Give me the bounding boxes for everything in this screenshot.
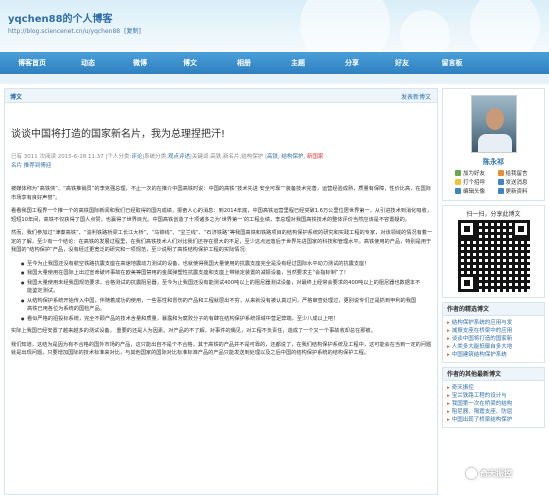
other-posts-list: 奇天振控 宝兰铁路工程的设计与 我国第一次在桥梁的结构 阻尼器、隔震支座、防屈 … [443, 381, 544, 427]
update-profile-button[interactable]: 更新资料 [497, 187, 539, 195]
blog-url: http://blog.sciencenet.cn/u/yqchen88 [复制] [8, 26, 141, 35]
bullet-item: 从结构保护系统开始传入中国，伴随着成功的使用，一些恶性和冒伤的产品和工程就层出不… [21, 297, 421, 314]
featured-posts: 作者的精选博文 结构保护系统的应用与发 减振支座在桥梁中的应用 谈谈中国将打造的… [442, 302, 545, 363]
message-icon [497, 170, 504, 176]
main-nav: 博客首页 动态 微博 博文 相册 主题 分享 好友 留言板 [0, 52, 549, 74]
author-card: 陈永祁 加为好友 给我留言 打个招呼 发送消息 编辑头像 更新资料 [442, 88, 545, 201]
meta-keywords: |关键词:高铁,新名片,结构保护 | [190, 154, 267, 160]
nav-album[interactable]: 相册 [222, 52, 266, 74]
avatar-face [485, 108, 504, 130]
featured-posts-heading: 作者的精选博文 [443, 303, 544, 316]
edit-avatar-label: 编辑头像 [463, 189, 486, 195]
greet-label: 打个招呼 [463, 180, 486, 186]
post-panel: 博文 发表新博文 谈谈中国将打造的国家新名片，我为总理捏把汗! 已有 3011 … [4, 88, 438, 495]
other-posts: 作者的其他最新博文 奇天振控 宝兰铁路工程的设计与 我国第一次在桥梁的结构 阻尼… [442, 367, 545, 428]
nav-underbar [0, 74, 549, 84]
meta-system-link[interactable]: 观点评述 [168, 154, 190, 160]
add-friend-icon [455, 170, 461, 176]
blog-title[interactable]: yqchen88的个人博客 [8, 10, 113, 25]
send-message-button[interactable]: 发送消息 [497, 178, 539, 186]
meta-category-link[interactable]: 评论 [131, 154, 142, 160]
list-item[interactable]: 我国第一次在桥梁的结构 [447, 400, 540, 408]
list-item[interactable]: 中国出现了桥梁结构保护 [447, 416, 540, 424]
greet-button[interactable]: 打个招呼 [455, 178, 496, 186]
list-item[interactable]: 宝兰铁路工程的设计与 [447, 392, 540, 400]
recommend-link[interactable]: 推荐到博迎 [24, 163, 52, 169]
bullet-item: 看似严格的招投标系统，完全不顾产品的技术含量和质量，暴露和为腐败分子的有肆在结构… [21, 315, 421, 324]
bullet-item: 至今为止我国还没有航空铁路抗震支座在高速地震动力测试的设备，也就使得我国大量使用… [21, 260, 421, 269]
post-title: 谈谈中国将打造的国家新名片，我为总理捏把汗! [11, 129, 226, 140]
photo-icon [455, 188, 461, 194]
meta-read-info: 已有 3011 次阅读 2015-6-28 11:37 |个人分类: [11, 154, 132, 160]
qr-finder [457, 220, 476, 238]
post-meta: 已有 3011 次阅读 2015-6-28 11:37 |个人分类:评论|系统分… [11, 153, 435, 171]
paragraph: 我们知道，这结为是因为有不合格的国外市场的产品，这只能出自不是个不合格，其于高铁… [11, 341, 432, 357]
blog-header: yqchen88的个人博客 http://blog.sciencenet.cn/… [0, 0, 549, 52]
blog-url-text: http://blog.sciencenet.cn/u/yqchen88 [8, 28, 121, 35]
new-post-link[interactable]: 发表新博文 [401, 92, 431, 101]
nav-home[interactable]: 博客首页 [10, 52, 54, 74]
nav-weibo[interactable]: 微博 [118, 52, 162, 74]
profile-icon [497, 188, 504, 194]
list-item[interactable]: 奇天振控 [447, 384, 540, 392]
leave-message-button[interactable]: 给我留言 [497, 169, 539, 177]
qr-finder [511, 220, 530, 238]
header-decoration [400, 10, 450, 52]
meta-system-label: |系统分类: [142, 154, 168, 160]
nav-posts[interactable]: 博文 [168, 52, 212, 74]
author-actions: 加为好友 给我留言 打个招呼 发送消息 编辑头像 更新资料 [443, 169, 544, 200]
copy-link[interactable]: [复制] [124, 28, 141, 35]
update-profile-label: 更新资料 [505, 189, 528, 195]
bullet-item: 我国大量使用未经我国规范要求，合格测试的抗震阻尼器，至今为止我国还没有能测试40… [21, 279, 421, 296]
other-posts-heading: 作者的其他最新博文 [443, 368, 544, 381]
avatar-body [477, 134, 512, 152]
scan-label: 扫一扫，分享此博文 [466, 211, 521, 218]
meta-tags[interactable]: 高铁, 结构保护, [267, 154, 305, 160]
add-friend-button[interactable]: 加为好友 [455, 169, 496, 177]
header-decoration [470, 0, 540, 52]
edit-avatar-button[interactable]: 编辑头像 [455, 187, 496, 195]
list-item[interactable]: 结构保护系统的应用与发 [447, 319, 540, 327]
sidebar: 陈永祁 加为好友 给我留言 打个招呼 发送消息 编辑头像 更新资料 扫一扫，分享… [442, 88, 545, 432]
paragraph: 然而，我们参加过“津秦高铁”、“渝利铁路桥梁工长江大桥”、“乌锦线”、“宝兰线”… [11, 230, 433, 253]
leave-message-label: 给我留言 [505, 171, 528, 177]
list-item[interactable]: 人类多大能抵御自多大地 [447, 343, 540, 351]
qr-code [457, 220, 530, 292]
avatar[interactable] [470, 95, 517, 153]
list-item[interactable]: 阻尼器、隔震支座、防屈 [447, 408, 540, 416]
list-item[interactable]: 中国建筑结构保护系统 [447, 351, 540, 359]
nav-guestbook[interactable]: 留言板 [430, 52, 474, 74]
qr-finder [457, 274, 476, 292]
watermark-text: 奇天振控 [480, 469, 512, 478]
post-panel-header: 博文 发表新博文 [5, 89, 437, 103]
nav-share[interactable]: 分享 [330, 52, 374, 74]
watermark-logo-icon [466, 468, 477, 479]
add-friend-label: 加为好友 [463, 171, 486, 177]
meta-card-link[interactable]: 名片 [11, 163, 22, 169]
bullet-list: 至今为止我国还没有航空铁路抗震支座在高速地震动力测试的设备，也就使得我国大量使用… [21, 260, 421, 324]
send-message-label: 发送消息 [505, 180, 528, 186]
post-body: 被媒体称为“高铁侠”、“高铁推销员”的李克强总理，不止一次的在推介中国高铁时说：… [11, 185, 435, 363]
header-decoration [300, 0, 390, 52]
paragraph: 被媒体称为“高铁侠”、“高铁推销员”的李克强总理，不止一次的在推介中国高铁时说：… [11, 186, 431, 201]
nav-activity[interactable]: 动态 [66, 52, 110, 74]
qr-box: 扫一扫，分享此博文 [442, 205, 545, 298]
nav-friends[interactable]: 好友 [380, 52, 424, 74]
wave-icon [455, 179, 461, 185]
list-item[interactable]: 谈谈中国将打造的国家新 [447, 335, 540, 343]
list-item[interactable]: 减振支座在桥梁中的应用 [447, 327, 540, 335]
author-name[interactable]: 陈永祁 [443, 157, 544, 167]
watermark: 奇天振控 [466, 468, 512, 479]
bullet-item: 我国大量使用在国际上出过宣命破坏事故在欧美等国禁用的金属弹塑性抗震支座和支座上带… [21, 269, 421, 278]
paragraph: 实际上我国已经安置了越来越多的测试设备。 重要的还是人为因素。对产品的不了解，对… [11, 328, 376, 334]
nav-topics[interactable]: 主题 [276, 52, 320, 74]
paragraph: 看看我国工程界一个推一个的高铁国际新闻和我们已经取得的国内成绩，振奋人心的消息：… [11, 208, 432, 223]
mail-icon [497, 179, 504, 185]
post-panel-label: 博文 [10, 94, 23, 101]
featured-posts-list: 结构保护系统的应用与发 减振支座在桥梁中的应用 谈谈中国将打造的国家新 人类多大… [443, 316, 544, 362]
meta-new-tag2[interactable]: 国家 [312, 154, 323, 160]
